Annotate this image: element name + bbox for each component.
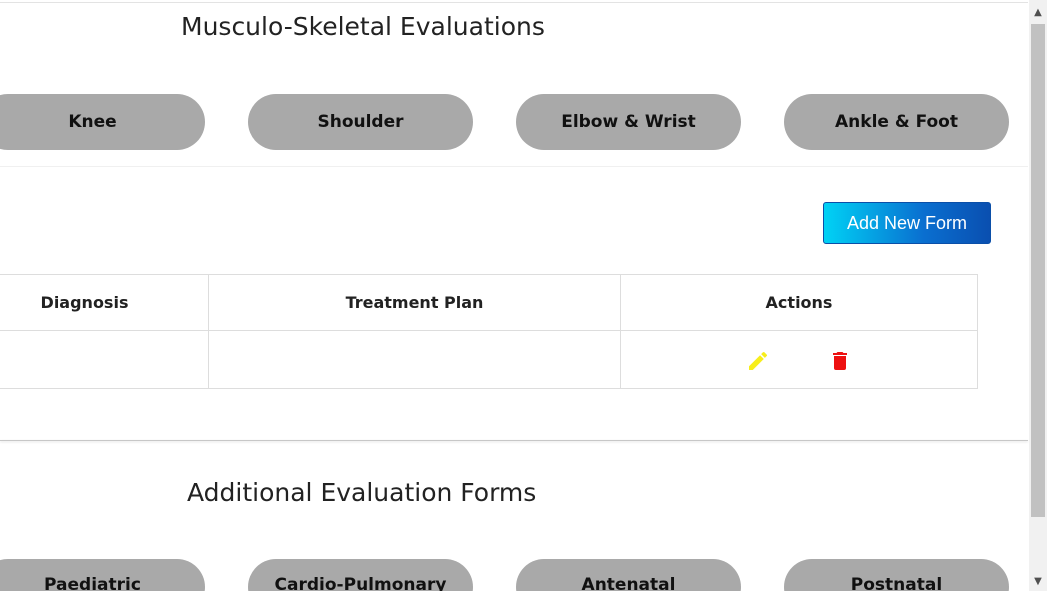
vertical-scrollbar[interactable]: ▲ ▼ bbox=[1029, 0, 1047, 591]
column-header-treatment-plan[interactable]: Treatment Plan bbox=[208, 274, 621, 331]
scroll-up-icon[interactable]: ▲ bbox=[1029, 4, 1047, 20]
scrollbar-thumb[interactable] bbox=[1031, 24, 1045, 517]
column-header-actions: Actions bbox=[620, 274, 978, 331]
category-button-knee[interactable]: Knee bbox=[0, 94, 205, 150]
column-header-diagnosis[interactable]: Diagnosis bbox=[0, 274, 209, 331]
card-bottom-border bbox=[0, 440, 1028, 441]
edit-icon[interactable] bbox=[746, 349, 770, 373]
category-button-postnatal[interactable]: Postnatal bbox=[784, 559, 1009, 591]
page: Musculo-Skeletal Evaluations Knee Should… bbox=[0, 0, 1047, 591]
treatment-plan-cell bbox=[208, 330, 621, 389]
category-button-cardio-pulmonary[interactable]: Cardio-Pulmonary bbox=[248, 559, 473, 591]
category-button-elbow-wrist[interactable]: Elbow & Wrist bbox=[516, 94, 741, 150]
top-divider bbox=[0, 2, 1028, 3]
musculo-section-title: Musculo-Skeletal Evaluations bbox=[181, 12, 545, 41]
add-new-form-button[interactable]: Add New Form bbox=[823, 202, 991, 244]
forms-table: Diagnosis Treatment Plan Actions bbox=[0, 274, 978, 389]
diagnosis-cell bbox=[0, 330, 209, 389]
table-header-row: Diagnosis Treatment Plan Actions bbox=[0, 274, 978, 331]
category-button-ankle-foot[interactable]: Ankle & Foot bbox=[784, 94, 1009, 150]
scroll-down-icon[interactable]: ▼ bbox=[1029, 573, 1047, 589]
table-row bbox=[0, 330, 978, 389]
section-divider bbox=[0, 166, 1028, 167]
actions-cell bbox=[620, 330, 978, 389]
trash-icon[interactable] bbox=[828, 349, 852, 373]
category-button-antenatal[interactable]: Antenatal bbox=[516, 559, 741, 591]
category-button-shoulder[interactable]: Shoulder bbox=[248, 94, 473, 150]
category-button-paediatric[interactable]: Paediatric bbox=[0, 559, 205, 591]
additional-section-title: Additional Evaluation Forms bbox=[187, 478, 537, 507]
